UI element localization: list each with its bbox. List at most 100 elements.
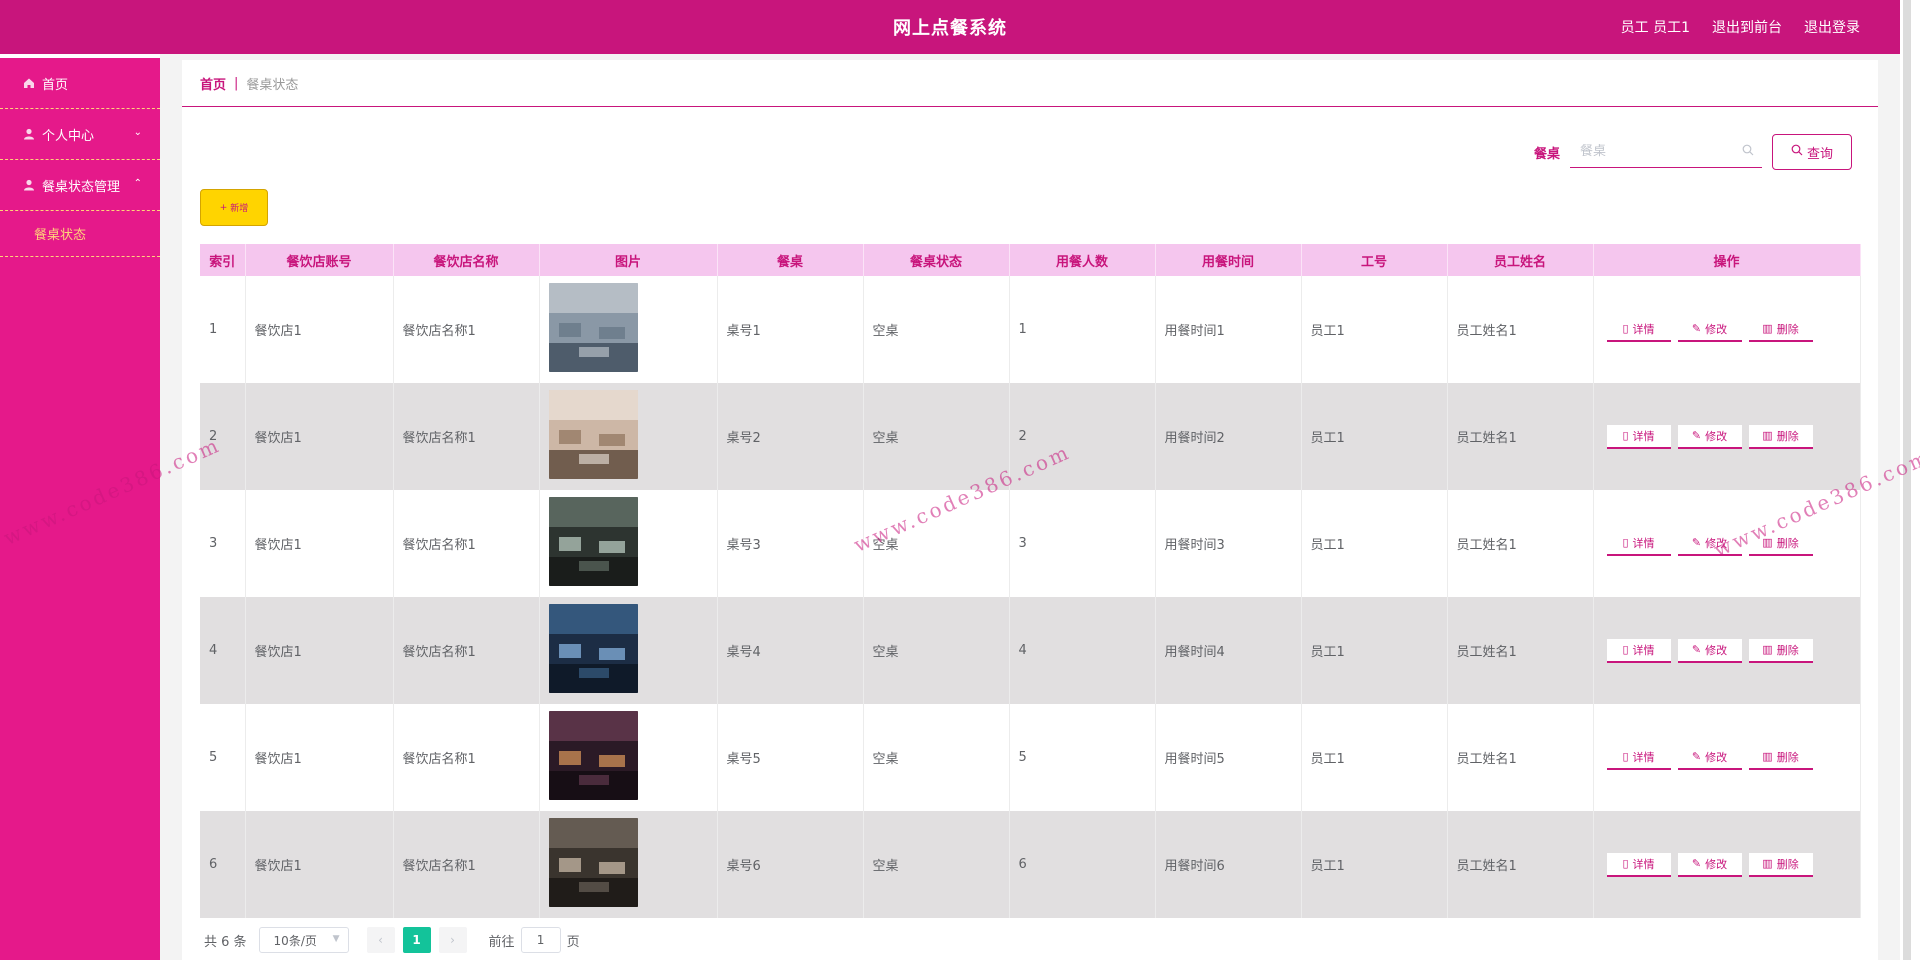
cell-ops: ▯ 详情 ✎ 修改 ▥ 删除 — [1593, 490, 1861, 597]
search-input[interactable] — [1580, 144, 1730, 159]
delete-label: 删除 — [1776, 857, 1799, 871]
cell-account: 餐饮店1 — [245, 383, 394, 490]
cell-staff_name: 员工姓名1 — [1447, 704, 1594, 811]
delete-button[interactable]: ▥ 删除 — [1748, 317, 1813, 342]
add-button-label: 新增 — [230, 204, 249, 214]
cell-account: 餐饮店1 — [245, 811, 394, 918]
detail-label: 详情 — [1632, 322, 1655, 336]
breadcrumb-current: 餐桌状态 — [246, 77, 299, 93]
cell-status: 空桌 — [863, 383, 1010, 490]
detail-button[interactable]: ▯ 详情 — [1606, 424, 1671, 449]
sidebar-subitem-table-status[interactable]: 餐桌状态 — [0, 211, 160, 257]
delete-button[interactable]: ▥ 删除 — [1748, 852, 1813, 877]
delete-button[interactable]: ▥ 删除 — [1748, 638, 1813, 663]
table-photo-thumbnail — [548, 711, 638, 804]
page-scrollbar[interactable] — [1903, 0, 1911, 960]
delete-label: 删除 — [1776, 750, 1799, 764]
cell-table: 桌号3 — [717, 490, 864, 597]
edit-button[interactable]: ✎ 修改 — [1677, 745, 1742, 770]
top-header: 网上点餐系统 员工 员工1 退出到前台 退出登录 — [0, 0, 1900, 54]
detail-button[interactable]: ▯ 详情 — [1606, 638, 1671, 663]
detail-button[interactable]: ▯ 详情 — [1606, 317, 1671, 342]
cell-table: 桌号5 — [717, 704, 864, 811]
table-photo-thumbnail — [548, 497, 638, 590]
delete-button[interactable]: ▥ 删除 — [1748, 424, 1813, 449]
cell-people: 1 — [1009, 276, 1156, 383]
search-icon — [1742, 144, 1754, 159]
detail-button[interactable]: ▯ 详情 — [1606, 531, 1671, 556]
column-header: 操作 — [1593, 244, 1861, 276]
cell-time: 用餐时间6 — [1155, 811, 1302, 918]
cell-ops: ▯ 详情 ✎ 修改 ▥ 删除 — [1593, 704, 1861, 811]
chevron-down-icon: ▼ — [332, 934, 340, 944]
page-size-select[interactable]: 10条/页 ▼ — [258, 927, 349, 953]
edit-button[interactable]: ✎ 修改 — [1677, 638, 1742, 663]
cell-ops: ▯ 详情 ✎ 修改 ▥ 删除 — [1593, 597, 1861, 704]
cell-people: 6 — [1009, 811, 1156, 918]
plus-icon: + — [219, 202, 228, 213]
trash-icon: ▥ — [1762, 857, 1773, 870]
pencil-icon: ✎ — [1691, 750, 1702, 763]
cell-time: 用餐时间5 — [1155, 704, 1302, 811]
sidebar-item-table-status-mgmt[interactable]: 餐桌状态管理 ⌃ — [0, 160, 160, 211]
cell-staff_no: 员工1 — [1301, 490, 1448, 597]
pencil-icon: ✎ — [1691, 322, 1702, 335]
column-header: 员工姓名 — [1447, 244, 1594, 276]
edit-button[interactable]: ✎ 修改 — [1677, 424, 1742, 449]
search-icon — [1791, 144, 1803, 160]
cell-index: 6 — [200, 811, 246, 918]
cell-name: 餐饮店名称1 — [393, 276, 540, 383]
cell-staff_no: 员工1 — [1301, 704, 1448, 811]
sidebar-item-label: 餐桌状态管理 — [42, 179, 121, 195]
cell-staff_name: 员工姓名1 — [1447, 490, 1594, 597]
logout-link[interactable]: 退出登录 — [1804, 17, 1860, 37]
cell-status: 空桌 — [863, 704, 1010, 811]
pencil-icon: ✎ — [1691, 536, 1702, 549]
cell-time: 用餐时间2 — [1155, 383, 1302, 490]
cell-table: 桌号6 — [717, 811, 864, 918]
cell-account: 餐饮店1 — [245, 276, 394, 383]
edit-label: 修改 — [1705, 750, 1728, 764]
next-page-button[interactable]: › — [438, 927, 467, 953]
edit-button[interactable]: ✎ 修改 — [1677, 317, 1742, 342]
cell-name: 餐饮店名称1 — [393, 597, 540, 704]
column-header: 用餐人数 — [1009, 244, 1156, 276]
detail-label: 详情 — [1632, 536, 1655, 550]
edit-button[interactable]: ✎ 修改 — [1677, 531, 1742, 556]
back-to-front-link[interactable]: 退出到前台 — [1712, 17, 1782, 37]
delete-label: 删除 — [1776, 536, 1799, 550]
user-icon — [22, 178, 36, 192]
document-icon: ▯ — [1622, 322, 1629, 335]
query-button[interactable]: 查询 — [1772, 134, 1852, 170]
cell-ops: ▯ 详情 ✎ 修改 ▥ 删除 — [1593, 811, 1861, 918]
image-cell — [539, 490, 718, 597]
add-button[interactable]: + 新增 — [200, 189, 268, 226]
prev-page-button[interactable]: ‹ — [366, 927, 395, 953]
goto-page-input[interactable] — [520, 927, 561, 953]
document-icon: ▯ — [1622, 750, 1629, 763]
detail-button[interactable]: ▯ 详情 — [1606, 745, 1671, 770]
edit-label: 修改 — [1705, 643, 1728, 657]
delete-label: 删除 — [1776, 322, 1799, 336]
main-panel: 首页 | 餐桌状态 餐桌 查询 + 新增 索引 — [182, 60, 1878, 960]
goto-prefix: 前往 — [488, 934, 515, 950]
detail-button[interactable]: ▯ 详情 — [1606, 852, 1671, 877]
breadcrumb-home[interactable]: 首页 — [200, 74, 226, 93]
delete-button[interactable]: ▥ 删除 — [1748, 745, 1813, 770]
document-icon: ▯ — [1622, 857, 1629, 870]
detail-label: 详情 — [1632, 643, 1655, 657]
pencil-icon: ✎ — [1691, 643, 1702, 656]
sidebar-item-home[interactable]: 首页 — [0, 58, 160, 109]
sidebar-item-label: 首页 — [42, 77, 69, 93]
cell-index: 5 — [200, 704, 246, 811]
trash-icon: ▥ — [1762, 322, 1773, 335]
delete-button[interactable]: ▥ 删除 — [1748, 531, 1813, 556]
chevron-up-icon: ⌃ — [133, 178, 142, 189]
edit-button[interactable]: ✎ 修改 — [1677, 852, 1742, 877]
image-cell — [539, 383, 718, 490]
table-row: 2 餐饮店1 餐饮店名称1 桌号2 空桌 2 用餐时间2 员工1 员工姓名1 ▯ 详情 ✎ 修改 ▥ 删除 — [200, 383, 1861, 490]
table-photo-thumbnail — [548, 604, 638, 697]
delete-label: 删除 — [1776, 429, 1799, 443]
sidebar-item-profile[interactable]: 个人中心 ⌄ — [0, 109, 160, 160]
page-number-1[interactable]: 1 — [402, 927, 431, 953]
